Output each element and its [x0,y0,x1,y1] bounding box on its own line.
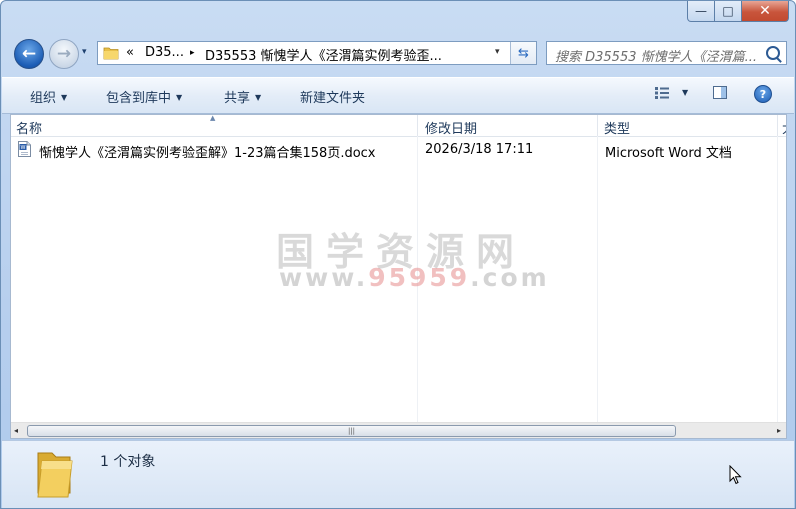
item-count: 1 个对象 [100,454,156,470]
address-bar[interactable]: « D35... ▸ D35553 惭愧学人《泾渭篇实例考验歪... ▾ ⇆ [97,41,537,65]
svg-text:W: W [21,145,26,151]
include-in-library-menu[interactable]: 包含到库中 ▼ [106,87,182,106]
column-type[interactable]: 类型 [604,118,630,137]
scroll-left-icon[interactable]: ◂ [14,426,18,435]
organize-menu[interactable]: 组织 ▼ [30,87,67,106]
mouse-cursor-icon [729,465,742,485]
column-divider[interactable] [417,115,418,136]
breadcrumb-item-current[interactable]: D35553 惭愧学人《泾渭篇实例考验歪... [205,45,442,64]
breadcrumb-overflow[interactable]: « [126,45,134,60]
close-button[interactable]: ✕ [742,1,789,22]
caption-buttons: — □ ✕ [687,1,789,22]
address-dropdown-icon[interactable]: ▾ [495,47,500,57]
forward-button[interactable]: → [49,39,79,69]
refresh-button[interactable]: ⇆ [510,42,536,64]
scroll-right-icon[interactable]: ▸ [777,426,781,435]
column-gridline [777,136,778,422]
command-bar: 组织 ▼ 包含到库中 ▼ 共享 ▼ 新建文件夹 ▼ ? [2,77,794,114]
share-menu[interactable]: 共享 ▼ [224,87,261,106]
breadcrumb-item-parent[interactable]: D35... [145,45,184,60]
details-pane: 1 个对象 [2,440,794,508]
horizontal-scrollbar[interactable]: ◂ ||| ▸ [11,422,786,438]
file-list: ▲ 名称 修改日期 类型 大 W 惭愧学人《泾渭篇实例考验歪解》1-23篇合集1… [10,114,787,439]
column-date-modified[interactable]: 修改日期 [425,118,477,137]
word-doc-icon: W [18,141,31,157]
back-button[interactable]: ← [14,39,44,69]
search-placeholder: 搜索 D35553 惭愧学人《泾渭篇... [555,50,758,65]
maximize-button[interactable]: □ [715,1,742,22]
column-name[interactable]: 名称 [16,118,42,137]
sort-ascending-icon: ▲ [210,114,216,122]
recent-pages-icon[interactable]: ▾ [82,47,87,57]
view-dropdown-icon[interactable]: ▼ [682,88,688,97]
scroll-thumb[interactable]: ||| [27,425,676,437]
view-options-icon[interactable] [654,86,670,100]
explorer-window: — □ ✕ ← → ▾ « D35... ▸ D35553 惭愧学人《泾渭篇实例… [0,0,796,509]
search-icon[interactable] [766,46,780,60]
column-gridline [597,136,598,422]
file-modified: 2026/3/18 17:11 [425,142,534,157]
folder-icon [37,452,73,498]
column-divider[interactable] [777,115,778,136]
column-header-row: ▲ 名称 修改日期 类型 大 [11,115,786,137]
help-icon[interactable]: ? [754,85,772,103]
file-row[interactable]: W 惭愧学人《泾渭篇实例考验歪解》1-23篇合集158页.docx 2026/3… [11,139,786,161]
new-folder-button[interactable]: 新建文件夹 [300,87,365,106]
file-name[interactable]: 惭愧学人《泾渭篇实例考验歪解》1-23篇合集158页.docx [39,142,376,161]
navigation-bar: ← → ▾ « D35... ▸ D35553 惭愧学人《泾渭篇实例考验歪...… [1,37,795,71]
preview-pane-icon[interactable] [713,86,727,99]
column-size[interactable]: 大 [782,118,786,137]
minimize-button[interactable]: — [687,1,715,22]
file-type: Microsoft Word 文档 [605,146,732,161]
folder-icon [103,47,119,60]
search-box[interactable]: 搜索 D35553 惭愧学人《泾渭篇... [546,41,787,65]
watermark-url: www.95959.com [279,263,550,292]
breadcrumb-separator[interactable]: ▸ [190,48,195,58]
column-divider[interactable] [597,115,598,136]
